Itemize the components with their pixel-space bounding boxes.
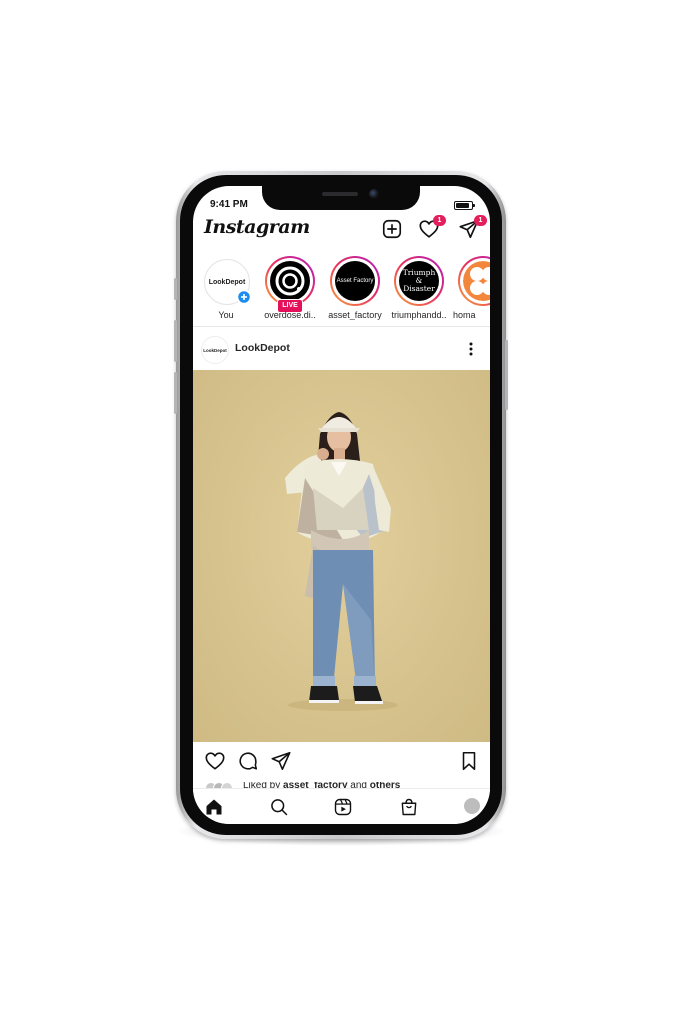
post-username[interactable]: LookDepot — [235, 342, 290, 354]
story-name: overdose.di.. — [264, 310, 316, 320]
reels-icon[interactable] — [333, 797, 353, 817]
homa-logo-icon — [463, 261, 490, 301]
search-icon[interactable] — [269, 797, 289, 817]
post-header: LookDepot LookDepot — [193, 332, 490, 366]
app-logo[interactable]: Instagram — [204, 216, 310, 238]
overdose-logo-icon — [275, 266, 305, 296]
story-ring: Triumph & Disaster — [394, 256, 444, 306]
more-options-icon[interactable] — [463, 340, 479, 358]
story-avatar-overdose — [270, 261, 310, 301]
battery-icon — [454, 201, 475, 210]
activity-badge: 1 — [433, 215, 446, 226]
like-heart-icon[interactable] — [204, 750, 226, 772]
story-ring — [458, 256, 490, 306]
shop-bag-icon[interactable] — [399, 797, 419, 817]
story-name: triumphandd.. — [391, 310, 447, 320]
volume-down-button — [174, 372, 177, 414]
story-avatar-triumph: Triumph & Disaster — [399, 261, 439, 301]
story-name: homa — [453, 310, 476, 320]
phone-screen: 9:41 PM Instagram 1 1 LookDepot You LIVE… — [193, 186, 490, 824]
fashion-model-illustration — [285, 412, 398, 711]
new-post-icon[interactable] — [381, 218, 403, 240]
story-name: You — [218, 310, 234, 320]
share-icon[interactable] — [270, 750, 292, 772]
profile-avatar-tab[interactable] — [464, 798, 480, 814]
story-ring: Asset Factory — [330, 256, 380, 306]
front-camera — [369, 189, 379, 199]
messages-badge: 1 — [474, 215, 487, 226]
phone-notch — [262, 186, 420, 210]
page: 9:41 PM Instagram 1 1 LookDepot You LIVE… — [0, 0, 683, 1024]
story-avatar-homa — [463, 261, 490, 301]
post-avatar[interactable]: LookDepot — [201, 336, 229, 364]
volume-up-button — [174, 320, 177, 362]
bookmark-icon[interactable] — [458, 750, 480, 772]
add-story-icon[interactable] — [237, 290, 251, 304]
power-button — [505, 340, 508, 410]
mute-switch — [174, 278, 177, 300]
bottom-tab-bar — [193, 788, 490, 824]
stories-divider — [193, 326, 490, 327]
story-name: asset_factory — [328, 310, 382, 320]
story-avatar-asset-factory: Asset Factory — [335, 261, 375, 301]
home-icon[interactable] — [204, 797, 224, 817]
post-photo[interactable] — [193, 370, 490, 742]
earpiece-speaker — [322, 192, 358, 196]
comment-icon[interactable] — [237, 750, 259, 772]
status-time: 9:41 PM — [210, 199, 248, 210]
